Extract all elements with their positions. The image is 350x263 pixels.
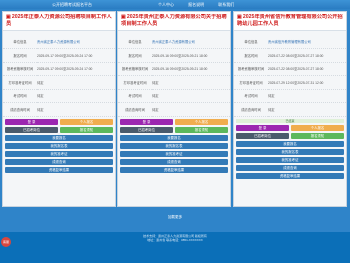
register-button[interactable]: 个人报名 <box>175 118 228 125</box>
label-org: 单位信息 <box>3 35 37 49</box>
label-reg-time: 报名时间 <box>234 48 268 63</box>
apply-button[interactable]: 我要报名 <box>236 140 344 147</box>
value-print-time: 待定 <box>152 75 230 90</box>
card-title[interactable]: ▣2025年贵州省信升教育管理有限公司公开招聘幼儿园工作人员 <box>237 14 343 27</box>
label-print-time: 打印准考证时间 <box>118 75 152 90</box>
status-badge: 已结束 <box>236 118 344 123</box>
value-score-time: 待定 <box>268 102 346 117</box>
notice-button[interactable]: 报名须知 <box>175 126 228 133</box>
recruitment-card: ▣2025年贵州正泰人力资源有限公司关于招聘项目制工作人员 单位信息 贵州省正泰人… <box>117 11 231 207</box>
value-score-time: 待定 <box>152 102 230 117</box>
value-exam-time: 待定 <box>268 89 346 103</box>
label-audit-time: 报考资格审核时间 <box>118 62 152 76</box>
admission-ticket-button[interactable]: 我的准考证 <box>236 156 344 163</box>
top-bar: 公开招聘考试报名平台 个人中心 报名说明 联系我们 <box>0 0 350 9</box>
recruitment-card: ▣2025年贵州省信升教育管理有限公司公开招聘幼儿园工作人员 单位信息 贵州省信升… <box>233 11 347 207</box>
value-print-time: 2025-07-29 12:00至2025-07-31 12:00 <box>268 75 346 90</box>
score-query-button[interactable]: 成绩查询 <box>120 158 228 165</box>
apply-button[interactable]: 我要报名 <box>5 134 113 141</box>
positions-button[interactable]: 已招考岗位 <box>120 126 173 133</box>
value-org: 贵州省正泰人力资源有限公司 <box>152 35 230 49</box>
card-header: ▣2025年正泰人力资源公司招聘项目制工作人员 <box>3 12 115 31</box>
notice-button[interactable]: 报名须知 <box>60 126 113 133</box>
customer-service-badge[interactable]: 客服 <box>1 237 11 247</box>
value-exam-time: 待定 <box>37 89 115 103</box>
label-audit-time: 报考资格审核时间 <box>3 62 37 76</box>
value-reg-time: 2025-07-22 08:00至2025-07-27 18:00 <box>268 48 346 63</box>
value-score-time: 待定 <box>37 102 115 117</box>
card-header: ▣2025年贵州省信升教育管理有限公司公开招聘幼儿园工作人员 <box>234 12 346 31</box>
login-button[interactable]: 登 录 <box>236 124 289 131</box>
apply-button[interactable]: 我要报名 <box>120 134 228 141</box>
label-score-time: 成绩查询时间 <box>118 102 152 117</box>
load-more-link[interactable]: 加载更多 <box>0 215 350 220</box>
value-audit-time: 2025-07-22 08:00至2025-07-27 18:00 <box>268 62 346 76</box>
admission-ticket-button[interactable]: 我的准考证 <box>120 150 228 157</box>
value-reg-time: 2025-09-17 09:00至2025-09-24 17:00 <box>37 48 115 63</box>
label-org: 单位信息 <box>118 35 152 49</box>
label-audit-time: 报考资格审核时间 <box>234 62 268 76</box>
my-form-button[interactable]: 我的报名表 <box>120 142 228 149</box>
review-result-button[interactable]: 资格复审结果 <box>5 166 113 173</box>
label-org: 单位信息 <box>234 35 268 49</box>
label-reg-time: 报名时间 <box>3 48 37 63</box>
site-title: 公开招聘考试报名平台 <box>52 2 92 7</box>
label-print-time: 打印准考证时间 <box>234 75 268 90</box>
card-title[interactable]: ▣2025年正泰人力资源公司招聘项目制工作人员 <box>6 14 112 27</box>
positions-button[interactable]: 已招考岗位 <box>236 132 289 139</box>
bullet-icon: ▣ <box>6 14 11 20</box>
value-reg-time: 2025-09-16 09:00至2025-09-21 18:00 <box>152 48 230 63</box>
card-title[interactable]: ▣2025年贵州正泰人力资源有限公司关于招聘项目制工作人员 <box>121 14 227 27</box>
value-audit-time: 2025-09-16 09:00至2025-09-21 18:00 <box>152 62 230 76</box>
login-button[interactable]: 登 录 <box>120 118 173 125</box>
bullet-icon: ▣ <box>237 14 242 20</box>
my-form-button[interactable]: 我的报名表 <box>236 148 344 155</box>
admission-ticket-button[interactable]: 我的准考证 <box>5 150 113 157</box>
label-exam-time: 考试时间 <box>234 89 268 103</box>
notice-button[interactable]: 报名须知 <box>291 132 344 139</box>
card-info-table: 单位信息 贵州省正泰人力资源有限公司 报名时间 2025-09-16 09:00至2… <box>118 35 230 117</box>
card-info-table: 单位信息 贵州省正泰人力资源有限公司 报名时间 2025-09-17 09:00至2… <box>3 35 115 117</box>
positions-button[interactable]: 已招考岗位 <box>5 126 58 133</box>
nav-link-contact[interactable]: 联系我们 <box>218 2 234 7</box>
footer-line-2: 地址：贵州省 联系电话：0851-XXXXXXX <box>147 238 203 242</box>
card-header: ▣2025年贵州正泰人力资源有限公司关于招聘项目制工作人员 <box>118 12 230 31</box>
nav-link-guide[interactable]: 报名说明 <box>188 2 204 7</box>
review-result-button[interactable]: 资格复审结果 <box>120 166 228 173</box>
label-score-time: 成绩查询时间 <box>3 102 37 117</box>
score-query-button[interactable]: 成绩查询 <box>5 158 113 165</box>
score-query-button[interactable]: 成绩查询 <box>236 164 344 171</box>
value-org: 贵州省信升教育管理有限公司 <box>268 35 346 49</box>
my-form-button[interactable]: 我的报名表 <box>5 142 113 149</box>
value-org: 贵州省正泰人力资源有限公司 <box>37 35 115 49</box>
review-result-button[interactable]: 资格复审结果 <box>236 172 344 179</box>
value-print-time: 待定 <box>37 75 115 90</box>
label-exam-time: 考试时间 <box>3 89 37 103</box>
card-info-table: 单位信息 贵州省信升教育管理有限公司 报名时间 2025-07-22 08:00至2… <box>234 35 346 117</box>
footer: 技术支持：贵州正泰人力资源有限公司 版权所有 地址：贵州省 联系电话：0851-… <box>0 232 350 263</box>
label-reg-time: 报名时间 <box>118 48 152 63</box>
label-exam-time: 考试时间 <box>118 89 152 103</box>
value-audit-time: 2025-09-17 09:00至2025-09-24 17:00 <box>37 62 115 76</box>
register-button[interactable]: 个人报名 <box>60 118 113 125</box>
login-button[interactable]: 登 录 <box>5 118 58 125</box>
nav-link-personal[interactable]: 个人中心 <box>158 2 174 7</box>
register-button[interactable]: 个人报名 <box>291 124 344 131</box>
recruitment-card: ▣2025年正泰人力资源公司招聘项目制工作人员 单位信息 贵州省正泰人力资源有限公… <box>2 11 116 207</box>
label-score-time: 成绩查询时间 <box>234 102 268 117</box>
label-print-time: 打印准考证时间 <box>3 75 37 90</box>
bullet-icon: ▣ <box>121 14 126 20</box>
value-exam-time: 待定 <box>152 89 230 103</box>
top-nav: 个人中心 报名说明 联系我们 <box>158 0 247 9</box>
